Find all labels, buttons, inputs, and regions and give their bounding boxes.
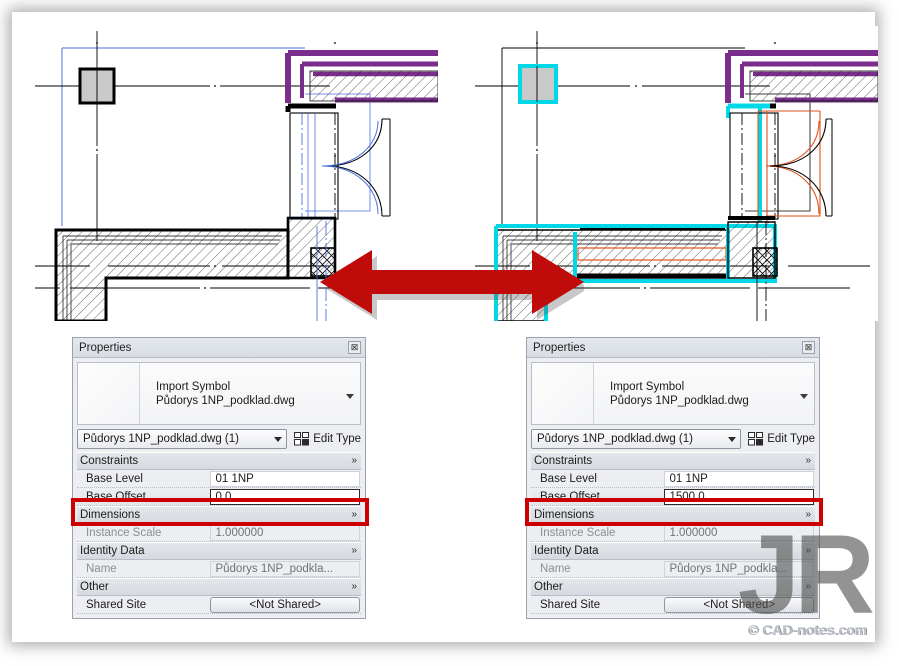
cad-plan-before-svg <box>35 31 438 321</box>
group-header-dimensions[interactable]: Dimensions » <box>77 506 361 524</box>
panel-title: Properties <box>533 341 586 354</box>
group-header-other[interactable]: Other » <box>77 578 361 596</box>
param-row-base-level[interactable]: Base Level 01 1NP <box>77 470 361 488</box>
type-selector-value: Půdorys 1NP_podklad.dwg (1) <box>537 433 693 445</box>
screenshot-root: Properties ⊠ Import Symbol Půdorys 1NP_p… <box>0 0 899 666</box>
cad-drawing-left[interactable] <box>30 26 438 321</box>
group-name: Constraints <box>80 455 139 467</box>
preview-type-label: Půdorys 1NP_podklad.dwg <box>156 394 295 407</box>
close-icon[interactable]: ⊠ <box>348 341 361 354</box>
edit-type-button[interactable]: Edit Type <box>748 432 815 446</box>
chevron-down-icon <box>274 436 283 442</box>
group-name: Constraints <box>534 455 593 467</box>
param-name: Base Offset <box>531 488 665 505</box>
param-row-base-level[interactable]: Base Level 01 1NP <box>531 470 815 488</box>
preview-thumbnail <box>532 363 594 424</box>
cad-plan-after-svg <box>475 31 878 321</box>
element-preview: Import Symbol Půdorys 1NP_podklad.dwg <box>77 362 361 425</box>
panel-title: Properties <box>79 341 132 354</box>
param-row-name: Name Půdorys 1NP_podkla... <box>77 560 361 578</box>
properties-panel-left[interactable]: Properties ⊠ Import Symbol Půdorys 1NP_p… <box>71 337 369 619</box>
param-name: Name <box>86 562 117 575</box>
cad-drawing-right[interactable] <box>470 26 878 321</box>
param-value[interactable]: 0.0 <box>210 488 360 505</box>
preview-family-label: Import Symbol <box>156 380 231 393</box>
param-name: Base Level <box>86 472 143 485</box>
shared-site-button[interactable]: <Not Shared> <box>210 596 360 613</box>
preview-family-label: Import Symbol <box>610 380 685 393</box>
chevron-up-icon[interactable]: » <box>351 582 357 592</box>
chevron-up-icon[interactable]: » <box>351 456 357 466</box>
param-name: Base Offset <box>77 488 211 505</box>
cad-notes-watermark: © CAD-notes.com <box>747 622 867 638</box>
param-value[interactable]: 01 1NP <box>664 470 814 487</box>
chevron-up-icon[interactable]: » <box>351 546 357 556</box>
group-header-constraints[interactable]: Constraints » <box>531 452 815 470</box>
param-name: Instance Scale <box>540 526 616 539</box>
param-name: Shared Site <box>540 598 601 611</box>
group-name: Other <box>80 581 109 593</box>
preview-thumbnail <box>78 363 140 424</box>
chevron-down-icon[interactable] <box>800 393 808 399</box>
close-icon[interactable]: ⊠ <box>802 341 815 354</box>
type-selector-dropdown[interactable]: Půdorys 1NP_podklad.dwg (1) <box>531 429 742 449</box>
param-name: Instance Scale <box>86 526 162 539</box>
param-value: Půdorys 1NP_podkla... <box>210 560 360 577</box>
parameter-table: Constraints » Base Level 01 1NP Base Off… <box>77 452 361 614</box>
jr-watermark-logo: JR <box>737 512 875 638</box>
type-selector-value: Půdorys 1NP_podklad.dwg (1) <box>83 433 239 445</box>
param-name: Base Level <box>540 472 597 485</box>
group-header-identity-data[interactable]: Identity Data » <box>77 542 361 560</box>
param-row-base-offset[interactable]: Base Offset 1500.0 <box>531 488 815 506</box>
chevron-down-icon <box>728 436 737 442</box>
panel-title-bar: Properties ⊠ <box>527 338 819 358</box>
param-value[interactable]: 1500.0 <box>664 488 814 505</box>
panel-title-bar: Properties ⊠ <box>73 338 365 358</box>
chevron-up-icon[interactable]: » <box>351 510 357 520</box>
param-value[interactable]: 01 1NP <box>210 470 360 487</box>
edit-type-icon <box>294 432 310 446</box>
param-row-shared-site[interactable]: Shared Site <Not Shared> <box>77 596 361 614</box>
edit-type-label: Edit Type <box>313 433 361 445</box>
white-page: Properties ⊠ Import Symbol Půdorys 1NP_p… <box>12 12 878 642</box>
group-name: Dimensions <box>80 509 141 521</box>
param-value: 1.000000 <box>210 524 360 541</box>
group-header-constraints[interactable]: Constraints » <box>77 452 361 470</box>
chevron-down-icon[interactable] <box>346 393 354 399</box>
edit-type-icon <box>748 432 764 446</box>
element-preview: Import Symbol Půdorys 1NP_podklad.dwg <box>531 362 815 425</box>
chevron-up-icon[interactable]: » <box>805 456 811 466</box>
param-name: Shared Site <box>86 598 147 611</box>
preview-type-label: Půdorys 1NP_podklad.dwg <box>610 394 749 407</box>
param-name: Name <box>540 562 571 575</box>
edit-type-label: Edit Type <box>767 433 815 445</box>
edit-type-button[interactable]: Edit Type <box>294 432 361 446</box>
param-row-base-offset[interactable]: Base Offset 0.0 <box>77 488 361 506</box>
group-name: Identity Data <box>80 545 145 557</box>
param-row-instance-scale: Instance Scale 1.000000 <box>77 524 361 542</box>
type-selector-dropdown[interactable]: Půdorys 1NP_podklad.dwg (1) <box>77 429 288 449</box>
